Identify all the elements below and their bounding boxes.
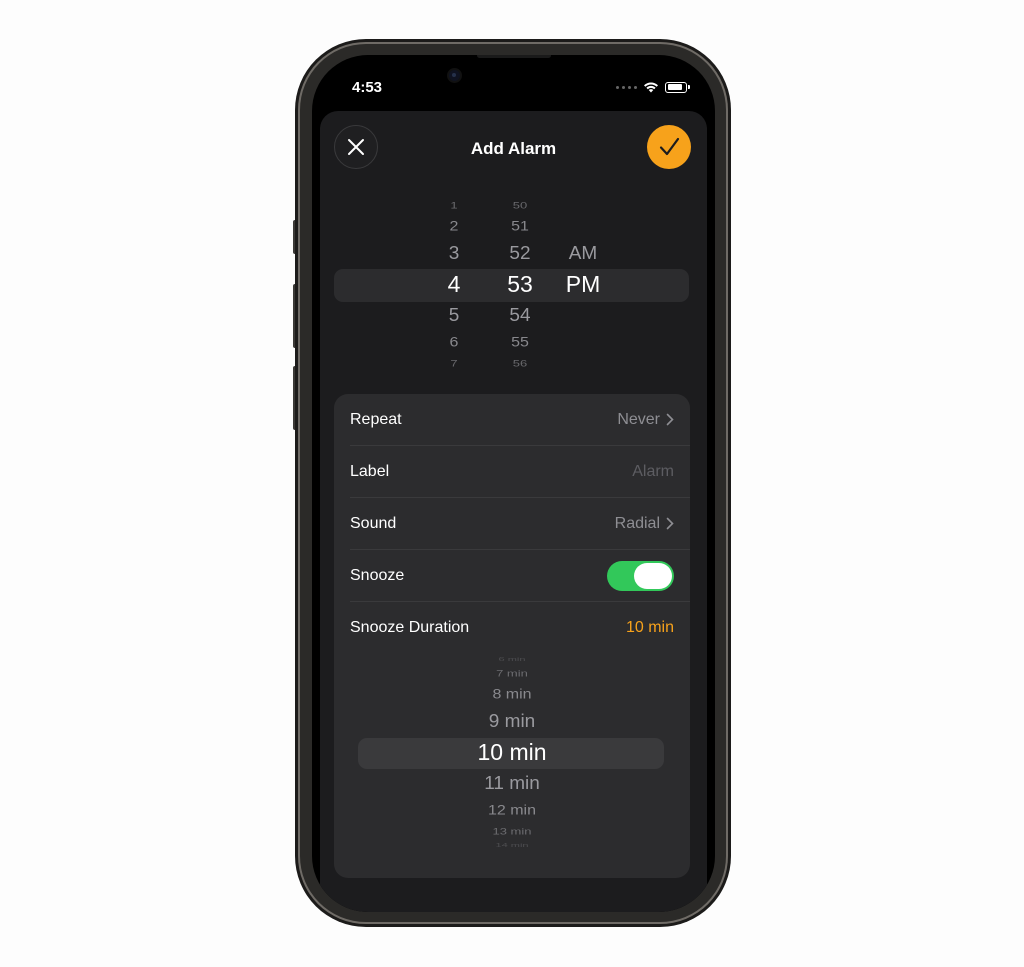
alarm-settings-card: Repeat Never Label Alarm Sound Radial Sn…	[334, 394, 690, 878]
duration-item-option[interactable]: 6 min	[334, 657, 690, 664]
hour-item-option[interactable]: 2	[434, 219, 474, 235]
repeat-value-group: Never	[617, 411, 674, 429]
status-time: 4:53	[352, 79, 383, 96]
hour-item-option[interactable]: 1	[434, 201, 474, 212]
sound-row[interactable]: Sound Radial	[350, 498, 674, 549]
duration-item-option[interactable]: 8 min	[334, 687, 690, 703]
snooze-duration-row[interactable]: Snooze Duration 10 min	[350, 602, 674, 653]
minute-item-selected[interactable]: 53	[498, 271, 542, 299]
hour-item-option[interactable]: 6	[434, 335, 474, 351]
chevron-right-icon	[666, 517, 674, 530]
repeat-row[interactable]: Repeat Never	[350, 394, 674, 445]
snooze-duration-value: 10 min	[625, 618, 674, 636]
checkmark-icon	[659, 137, 680, 156]
phone-screen: 4:53 Add Alarm 1 2 3 4 5 6 7 50 51 52 53…	[312, 55, 715, 912]
confirm-button[interactable]	[647, 125, 691, 169]
label-row[interactable]: Label Alarm	[350, 446, 674, 497]
sound-value-group: Radial	[615, 515, 674, 533]
minute-item-option[interactable]: 52	[498, 243, 542, 265]
label-input[interactable]: Alarm	[632, 463, 674, 481]
hour-item-option[interactable]: 7	[434, 359, 474, 370]
duration-item-option[interactable]: 11 min	[334, 773, 690, 795]
wifi-icon	[644, 82, 658, 93]
add-alarm-sheet: Add Alarm 1234567 50 51 52 53 54 55 56 AM PM Re…	[320, 111, 707, 912]
status-icons	[616, 81, 690, 93]
duration-item-option[interactable]: 12 min	[334, 803, 690, 819]
repeat-value: Never	[617, 410, 660, 428]
duration-item-option[interactable]: 7 min	[334, 669, 690, 680]
minute-item-option[interactable]: 54	[498, 305, 542, 327]
canvas: 4:53 Add Alarm 1 2 3 4 5 6 7 50 51 52 53…	[0, 0, 1024, 967]
minute-item-option[interactable]: 50	[498, 201, 542, 212]
minute-item-option[interactable]: 51	[498, 219, 542, 235]
period-item-option[interactable]: AM	[558, 243, 608, 265]
cellular-signal-icon	[616, 85, 637, 89]
chevron-right-icon	[666, 413, 674, 426]
snooze-duration-label: Snooze Duration	[350, 618, 470, 636]
minute-item-option[interactable]: 56	[498, 359, 542, 370]
earpiece-speaker	[477, 55, 551, 58]
snooze-row: Snooze	[350, 550, 674, 601]
minute-item-option[interactable]: 55	[498, 335, 542, 351]
battery-icon	[665, 81, 690, 93]
time-picker[interactable]: 1234567 50 51 52 53 54 55 56 AM PM	[334, 191, 689, 383]
period-item-selected[interactable]: PM	[558, 271, 608, 299]
front-camera	[449, 70, 460, 81]
sound-value: Radial	[614, 514, 660, 532]
duration-item-selected[interactable]: 10 min	[334, 739, 690, 767]
snooze-toggle[interactable]	[607, 560, 674, 591]
label-label: Label	[350, 462, 390, 480]
sound-label: Sound	[350, 514, 397, 532]
hour-item-option[interactable]: 5	[434, 305, 474, 327]
duration-item-option[interactable]: 9 min	[334, 711, 690, 733]
snooze-label: Snooze	[350, 566, 405, 584]
repeat-label: Repeat	[350, 410, 402, 428]
duration-item-option[interactable]: 14 min	[334, 843, 690, 850]
duration-item-option[interactable]: 13 min	[334, 827, 690, 838]
toggle-knob	[634, 562, 672, 589]
hour-item-option[interactable]: 3	[434, 243, 474, 265]
hour-item-selected[interactable]: 4	[434, 271, 474, 299]
